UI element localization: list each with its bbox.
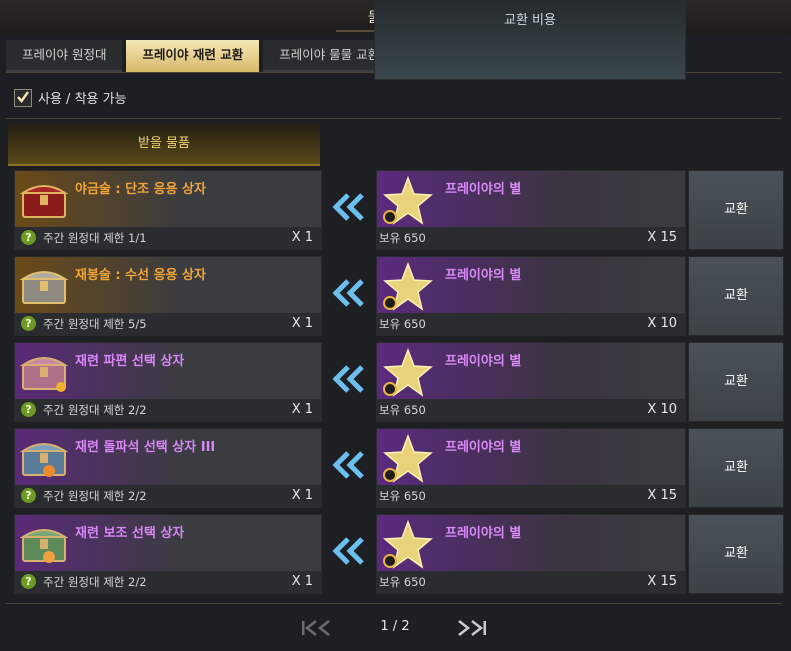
tab-freya-expedition[interactable]: 프레이야 원정대: [6, 40, 123, 72]
owned-amount: 보유 650: [379, 403, 426, 417]
weekly-limit: 주간 원정대 제한 5/5: [43, 317, 147, 331]
page-indicator: 1 / 2: [380, 619, 410, 634]
reward-item-footer: ? 주간 원정대 제한 5/5 X 1: [15, 313, 321, 335]
cost-item[interactable]: 프레이야의 별 보유 650 X 10: [376, 342, 686, 422]
help-icon[interactable]: ?: [21, 230, 36, 245]
star-icon: [383, 175, 433, 225]
cost-item[interactable]: 프레이야의 별 보유 650 X 15: [376, 514, 686, 594]
star-icon: [383, 433, 433, 483]
weekly-limit: 주간 원정대 제한 2/2: [43, 575, 147, 589]
filter-divider: [6, 118, 782, 119]
cost-item-footer: 보유 650 X 10: [377, 313, 685, 335]
cost-item-name: 프레이야의 별: [445, 182, 522, 197]
star-icon: [383, 519, 433, 569]
checkmark-icon: [17, 90, 30, 103]
exchange-button[interactable]: 교환: [688, 514, 784, 594]
cost-quantity: X 10: [647, 316, 677, 331]
cost-quantity: X 15: [647, 488, 677, 503]
owned-amount: 보유 650: [379, 231, 426, 245]
cost-item[interactable]: 프레이야의 별 보유 650 X 15: [376, 428, 686, 508]
green-chest-icon: [19, 529, 69, 563]
cost-column-header: 교환 비용: [374, 0, 686, 80]
cost-item-name: 프레이야의 별: [445, 526, 522, 541]
double-chevron-left-icon: [332, 279, 364, 307]
exchange-row: 재련 보조 선택 상자 ? 주간 원정대 제한 2/2 X 1 프레이야의 별 …: [14, 514, 784, 594]
reward-item-name: 재련 돌파석 선택 상자 III: [75, 440, 216, 455]
exchange-button[interactable]: 교환: [688, 428, 784, 508]
cost-item-footer: 보유 650 X 15: [377, 571, 685, 593]
weekly-limit: 주간 원정대 제한 1/1: [43, 231, 147, 245]
exchange-button[interactable]: 교환: [688, 342, 784, 422]
cost-item-footer: 보유 650 X 15: [377, 227, 685, 249]
usable-filter-checkbox[interactable]: [14, 88, 32, 107]
reward-item-name: 재련 파편 선택 상자: [75, 354, 185, 369]
weekly-limit: 주간 원정대 제한 2/2: [43, 489, 147, 503]
pagination: 1 / 2: [0, 616, 791, 640]
reward-quantity: X 1: [291, 316, 313, 331]
help-icon[interactable]: ?: [21, 402, 36, 417]
reward-item[interactable]: 재련 돌파석 선택 상자 III ? 주간 원정대 제한 2/2 X 1: [14, 428, 322, 508]
double-chevron-left-icon: [332, 451, 364, 479]
reward-quantity: X 1: [291, 488, 313, 503]
double-chevron-left-icon: [332, 193, 364, 221]
cost-item-footer: 보유 650 X 15: [377, 485, 685, 507]
double-chevron-left-icon: [332, 537, 364, 565]
tab-bar: 프레이야 원정대 프레이야 재련 교환 프레이야 물물 교환: [6, 40, 396, 72]
receive-column-header: 받을 물품: [8, 124, 320, 166]
first-page-icon[interactable]: [296, 618, 336, 638]
reward-item[interactable]: 재련 보조 선택 상자 ? 주간 원정대 제한 2/2 X 1: [14, 514, 322, 594]
cost-quantity: X 10: [647, 402, 677, 417]
owned-amount: 보유 650: [379, 575, 426, 589]
owned-amount: 보유 650: [379, 317, 426, 331]
star-icon: [383, 261, 433, 311]
reward-item-footer: ? 주간 원정대 제한 2/2 X 1: [15, 571, 321, 593]
cost-item-name: 프레이야의 별: [445, 268, 522, 283]
silver-chest-icon: [19, 271, 69, 304]
list-divider: [6, 603, 782, 604]
cost-item[interactable]: 프레이야의 별 보유 650 X 10: [376, 256, 686, 336]
reward-quantity: X 1: [291, 402, 313, 417]
cost-quantity: X 15: [647, 574, 677, 589]
red-chest-icon: [19, 185, 69, 218]
exchange-row: 야금술 : 단조 응용 상자 ? 주간 원정대 제한 1/1 X 1 프레이야의…: [14, 170, 784, 250]
reward-item-footer: ? 주간 원정대 제한 1/1 X 1: [15, 227, 321, 249]
usable-filter[interactable]: 사용 / 착용 가능: [14, 88, 127, 107]
exchange-row: 재련 파편 선택 상자 ? 주간 원정대 제한 2/2 X 1 프레이야의 별 …: [14, 342, 784, 422]
reward-item-footer: ? 주간 원정대 제한 2/2 X 1: [15, 399, 321, 421]
reward-quantity: X 1: [291, 574, 313, 589]
pink-chest-icon: [19, 357, 69, 392]
cost-item[interactable]: 프레이야의 별 보유 650 X 15: [376, 170, 686, 250]
cost-item-name: 프레이야의 별: [445, 440, 522, 455]
reward-item[interactable]: 재련 파편 선택 상자 ? 주간 원정대 제한 2/2 X 1: [14, 342, 322, 422]
reward-item-footer: ? 주간 원정대 제한 2/2 X 1: [15, 485, 321, 507]
cost-quantity: X 15: [647, 230, 677, 245]
tab-freya-refining-exchange[interactable]: 프레이야 재련 교환: [126, 40, 260, 72]
last-page-icon[interactable]: [452, 618, 492, 638]
owned-amount: 보유 650: [379, 489, 426, 503]
double-chevron-left-icon: [332, 365, 364, 393]
usable-filter-label: 사용 / 착용 가능: [38, 92, 127, 107]
exchange-button[interactable]: 교환: [688, 256, 784, 336]
help-icon[interactable]: ?: [21, 574, 36, 589]
reward-item-name: 재봉술 : 수선 응용 상자: [75, 268, 206, 283]
reward-item[interactable]: 재봉술 : 수선 응용 상자 ? 주간 원정대 제한 5/5 X 1: [14, 256, 322, 336]
reward-item[interactable]: 야금술 : 단조 응용 상자 ? 주간 원정대 제한 1/1 X 1: [14, 170, 322, 250]
weekly-limit: 주간 원정대 제한 2/2: [43, 403, 147, 417]
reward-item-name: 재련 보조 선택 상자: [75, 526, 185, 541]
cost-item-name: 프레이야의 별: [445, 354, 522, 369]
exchange-button[interactable]: 교환: [688, 170, 784, 250]
help-icon[interactable]: ?: [21, 488, 36, 503]
help-icon[interactable]: ?: [21, 316, 36, 331]
reward-quantity: X 1: [291, 230, 313, 245]
exchange-row: 재봉술 : 수선 응용 상자 ? 주간 원정대 제한 5/5 X 1 프레이야의…: [14, 256, 784, 336]
reward-item-name: 야금술 : 단조 응용 상자: [75, 182, 206, 197]
star-icon: [383, 347, 433, 397]
cost-item-footer: 보유 650 X 10: [377, 399, 685, 421]
blue-chest-icon: [19, 443, 69, 477]
exchange-row: 재련 돌파석 선택 상자 III ? 주간 원정대 제한 2/2 X 1 프레이…: [14, 428, 784, 508]
